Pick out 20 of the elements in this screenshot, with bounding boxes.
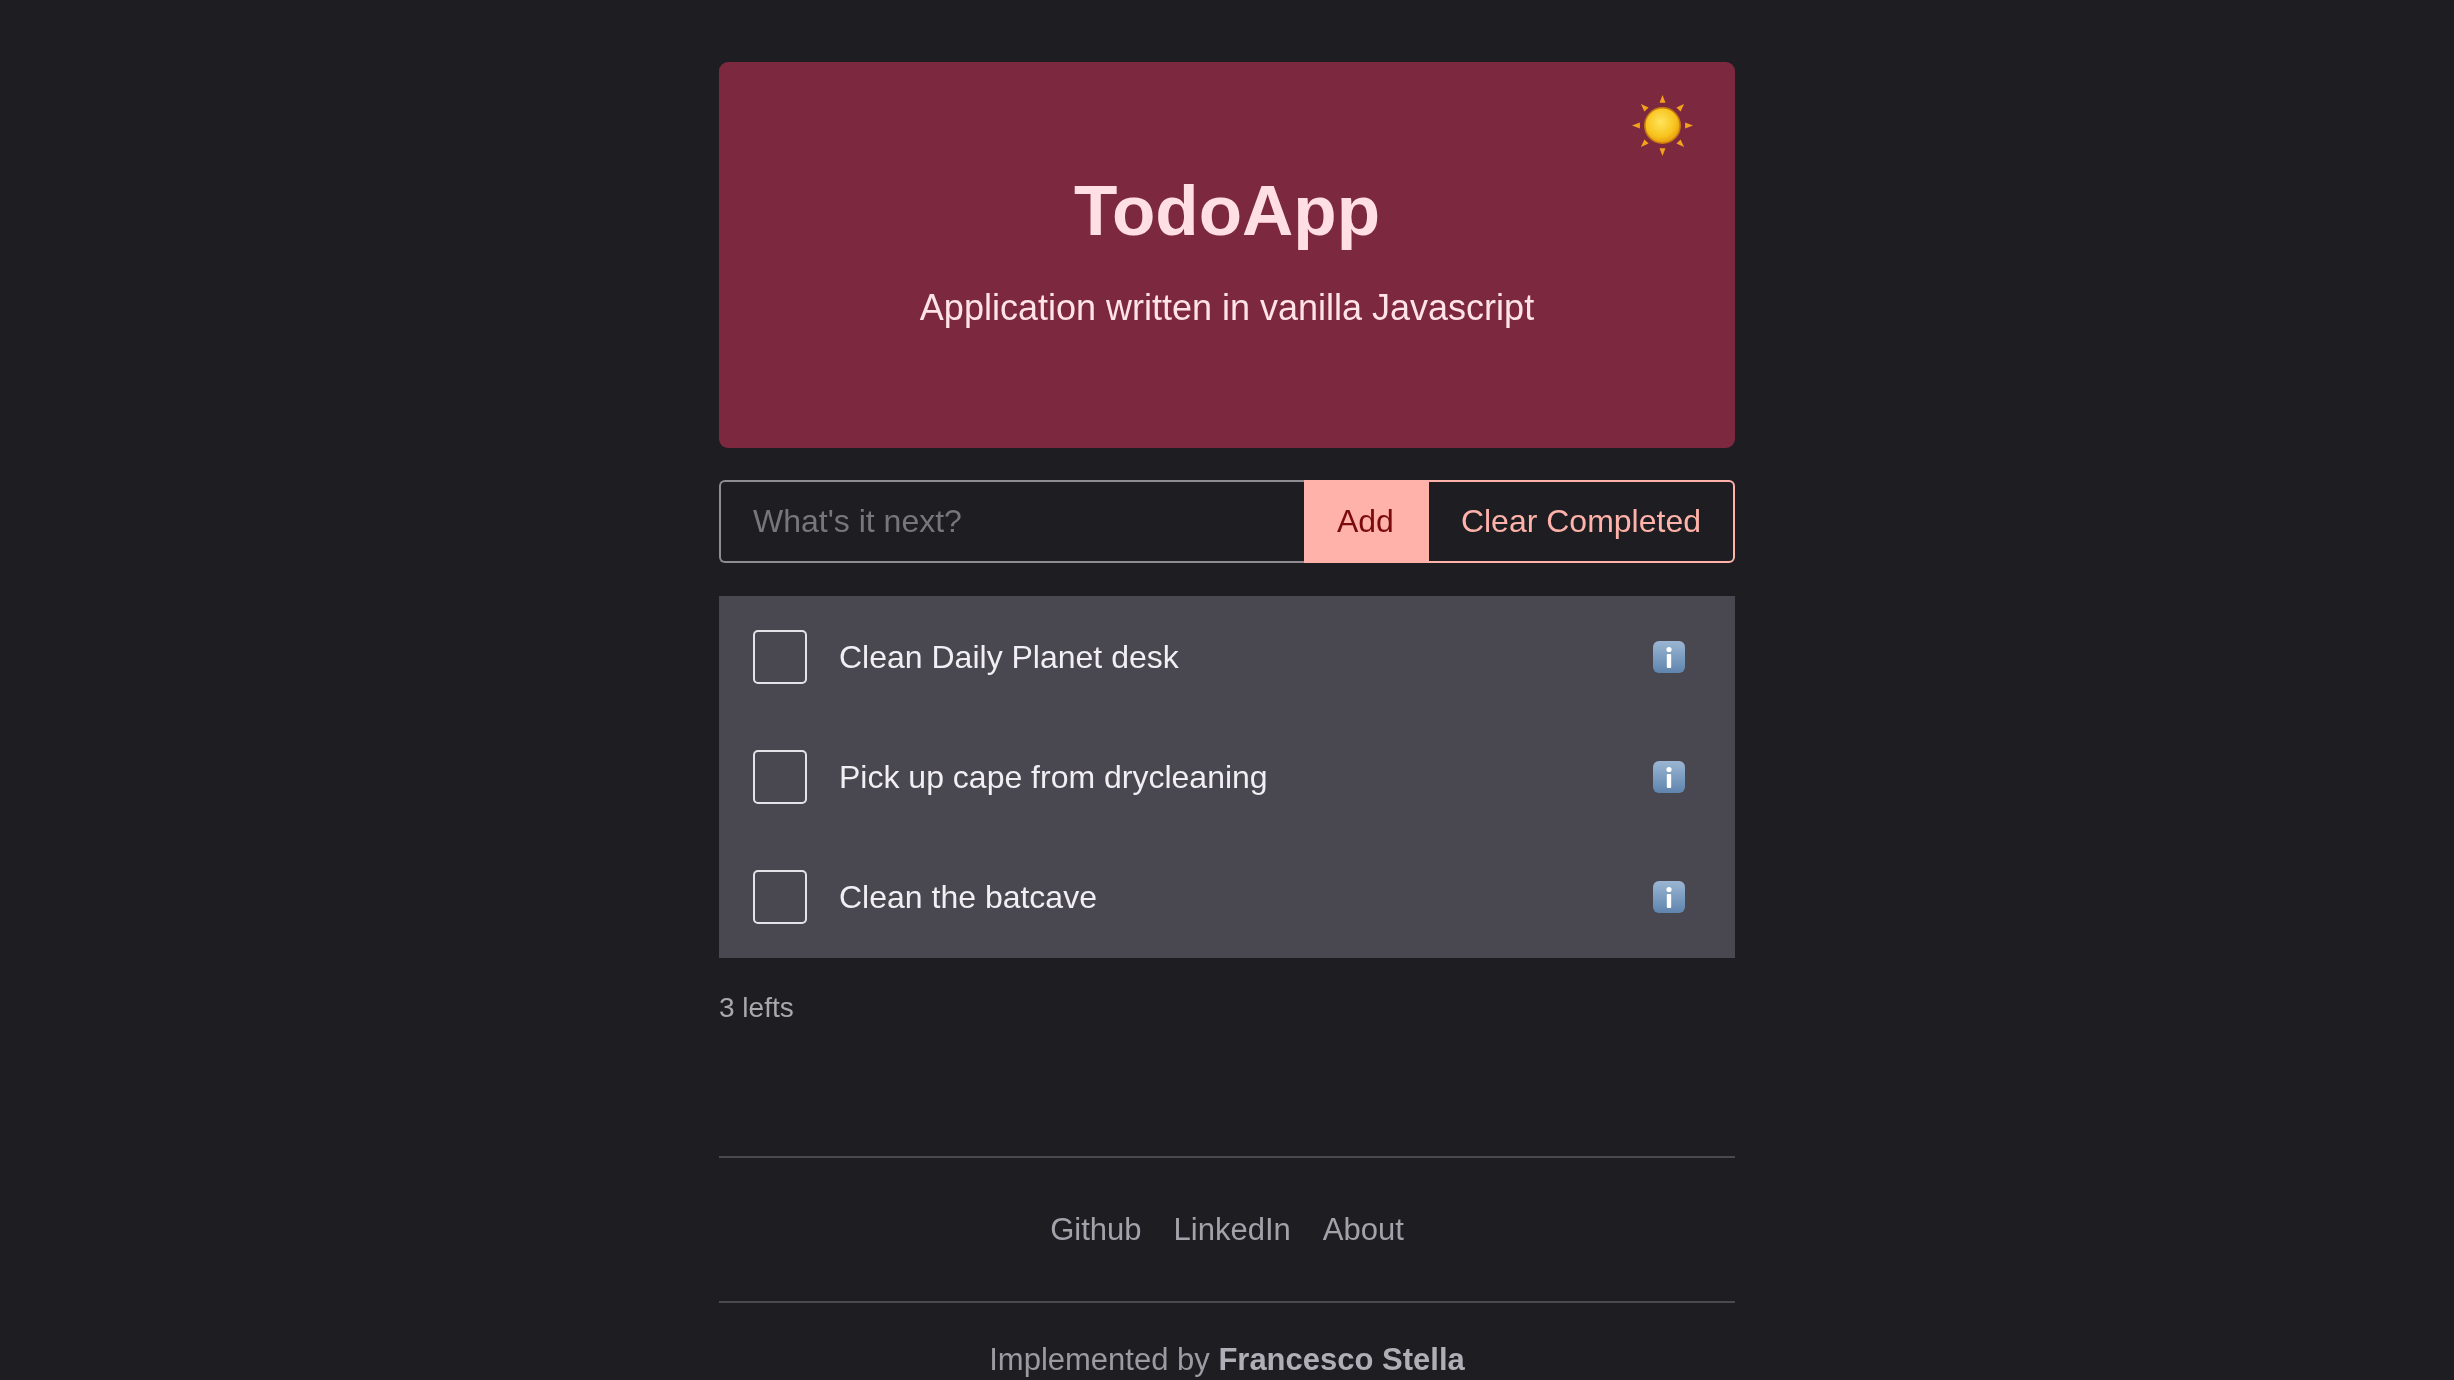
footer-link[interactable]: Github: [1050, 1212, 1142, 1248]
todo-text: Pick up cape from drycleaning: [839, 758, 1269, 796]
credit-text: Implemented by Francesco Stella: [988, 1343, 1466, 1377]
items-left-count: 3 lefts: [719, 991, 794, 1025]
info-icon[interactable]: [1653, 881, 1685, 913]
todo-checkbox[interactable]: [753, 750, 807, 804]
app-title: TodoApp: [1073, 171, 1381, 251]
info-icon[interactable]: [1653, 641, 1685, 673]
todo-input[interactable]: What's it next?: [719, 480, 1304, 563]
footer-link[interactable]: LinkedIn: [1173, 1212, 1291, 1248]
todo-text: Clean the batcave: [839, 878, 1098, 916]
todo-text: Clean Daily Planet desk: [839, 638, 1180, 676]
add-button[interactable]: Add: [1303, 480, 1427, 563]
info-icon[interactable]: [1653, 761, 1685, 793]
todo-checkbox[interactable]: [753, 630, 807, 684]
sun-icon[interactable]: [1631, 94, 1694, 157]
app-subtitle: Application written in vanilla Javascript: [919, 287, 1535, 329]
footer-link[interactable]: About: [1322, 1212, 1404, 1248]
clear-completed-button[interactable]: Clear Completed: [1426, 480, 1735, 563]
todo-checkbox[interactable]: [753, 870, 807, 924]
